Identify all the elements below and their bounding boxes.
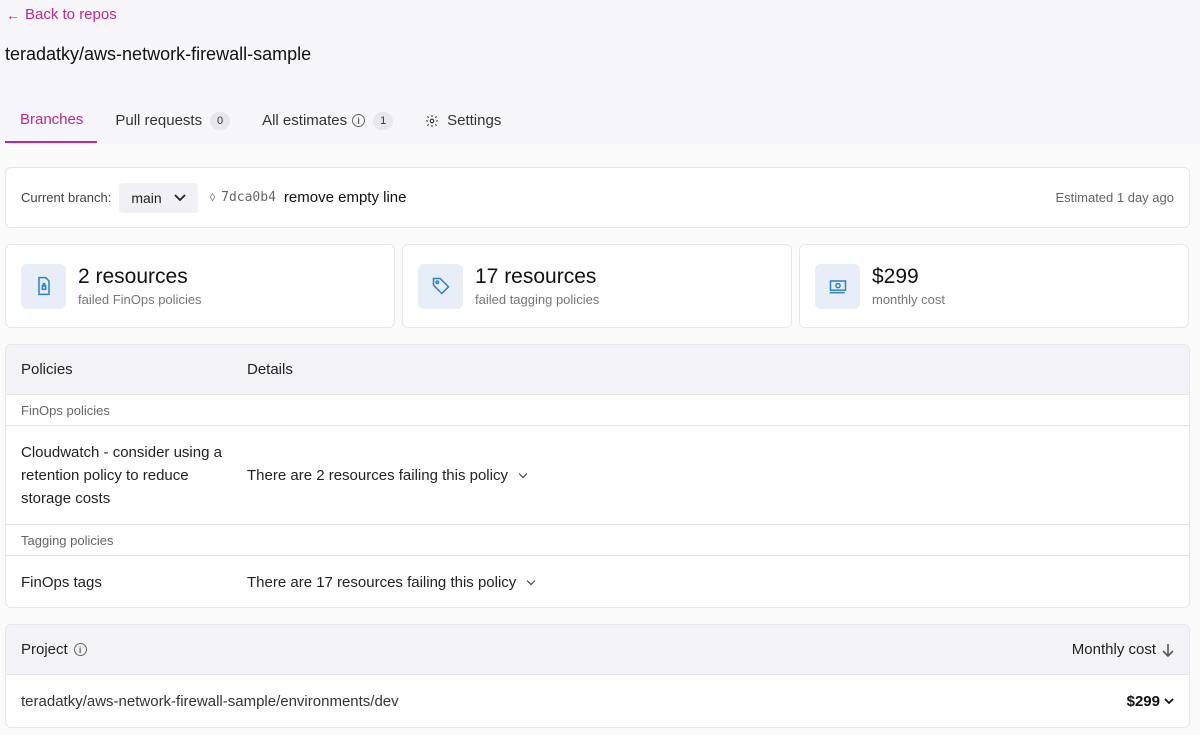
tab-branches[interactable]: Branches (5, 98, 98, 143)
estimated-time: Estimated 1 day ago (1055, 190, 1174, 205)
back-to-repos-label: Back to repos (25, 6, 117, 23)
project-path: teradatky/aws-network-firewall-sample/en… (21, 693, 399, 710)
column-header-details: Details (247, 361, 293, 378)
chevron-down-icon (1164, 698, 1174, 705)
chevron-down-icon (518, 469, 528, 478)
tab-settings-label: Settings (447, 112, 502, 129)
back-to-repos-link[interactable]: ← Back to repos (6, 6, 117, 23)
project-cost-value: $299 (1126, 693, 1160, 710)
policy-name: FinOps tags (21, 573, 102, 591)
info-icon[interactable]: i (352, 114, 366, 127)
sort-monthly-cost-button[interactable]: Monthly cost (1072, 641, 1174, 658)
tab-all-estimates-label: All estimates (262, 112, 348, 129)
stat-card-finops: 2 resources failed FinOps policies (5, 244, 395, 328)
current-branch-label: Current branch: (21, 190, 112, 205)
projects-table: Project i Monthly cost teradatky/aws-net… (5, 624, 1190, 728)
stat-value: $299 (872, 265, 919, 288)
branch-select-value: main (131, 189, 162, 206)
policy-name: Cloudwatch - consider using a retention … (21, 443, 222, 507)
stat-value: 17 resources (475, 265, 597, 288)
commit-message: remove empty line (283, 189, 407, 206)
all-estimates-count-badge: 1 (373, 111, 394, 130)
table-row: FinOps tags There are 17 resources faili… (6, 556, 1189, 607)
tag-icon (418, 263, 463, 309)
project-cost-toggle[interactable]: $299 (1127, 693, 1174, 710)
branch-bar: Current branch: main ◊ 7dca0b4 remove em… (5, 167, 1190, 228)
chevron-down-icon (527, 576, 536, 585)
page-title: teradatky/aws-network-firewall-sample (5, 44, 312, 64)
arrow-down-icon (1162, 643, 1174, 657)
stat-subtitle: failed tagging policies (475, 292, 600, 307)
policy-detail-text: There are 2 resources failing this polic… (247, 466, 508, 484)
policies-table-header: Policies Details (6, 345, 1189, 395)
section-header: FinOps policies (6, 395, 1189, 426)
file-lock-icon (21, 263, 66, 309)
stat-subtitle: monthly cost (872, 292, 945, 307)
branch-select[interactable]: main (119, 182, 198, 213)
project-header-label: Project (21, 641, 68, 658)
monthly-cost-header-label: Monthly cost (1071, 641, 1156, 658)
commit-icon: ◊ (209, 191, 216, 204)
money-icon (815, 263, 860, 309)
stat-card-tagging: 17 resources failed tagging policies (402, 244, 792, 328)
stat-subtitle: failed FinOps policies (78, 292, 202, 307)
projects-table-header: Project i Monthly cost (6, 625, 1189, 675)
tab-pull-requests[interactable]: Pull requests 0 (100, 98, 244, 143)
pull-requests-count-badge: 0 (210, 111, 231, 130)
table-row: teradatky/aws-network-firewall-sample/en… (6, 675, 1189, 727)
tab-all-estimates[interactable]: All estimates i 1 (247, 98, 407, 143)
tab-pull-requests-label: Pull requests (115, 112, 203, 129)
gear-icon (425, 114, 439, 128)
table-row: Cloudwatch - consider using a retention … (6, 426, 1189, 525)
stat-value: 2 resources (78, 265, 188, 288)
policy-detail-text: There are 17 resources failing this poli… (247, 573, 517, 591)
column-header-project: Project i (21, 641, 87, 658)
policy-detail-toggle[interactable]: There are 17 resources failing this poli… (247, 573, 536, 591)
policy-detail-toggle[interactable]: There are 2 resources failing this polic… (247, 466, 528, 484)
commit-hash[interactable]: 7dca0b4 (221, 190, 276, 205)
stat-card-cost: $299 monthly cost (799, 244, 1189, 328)
tab-branches-label: Branches (20, 111, 84, 128)
arrow-left-icon: ← (6, 6, 20, 23)
tab-settings[interactable]: Settings (410, 98, 515, 143)
policies-table: Policies Details FinOps policies Cloudwa… (5, 344, 1190, 608)
tab-bar: Branches Pull requests 0 All estimates i… (5, 98, 1200, 144)
section-header: Tagging policies (6, 525, 1189, 556)
chevron-down-icon (174, 193, 186, 202)
column-header-policies: Policies (21, 361, 73, 378)
info-icon[interactable]: i (73, 643, 87, 656)
